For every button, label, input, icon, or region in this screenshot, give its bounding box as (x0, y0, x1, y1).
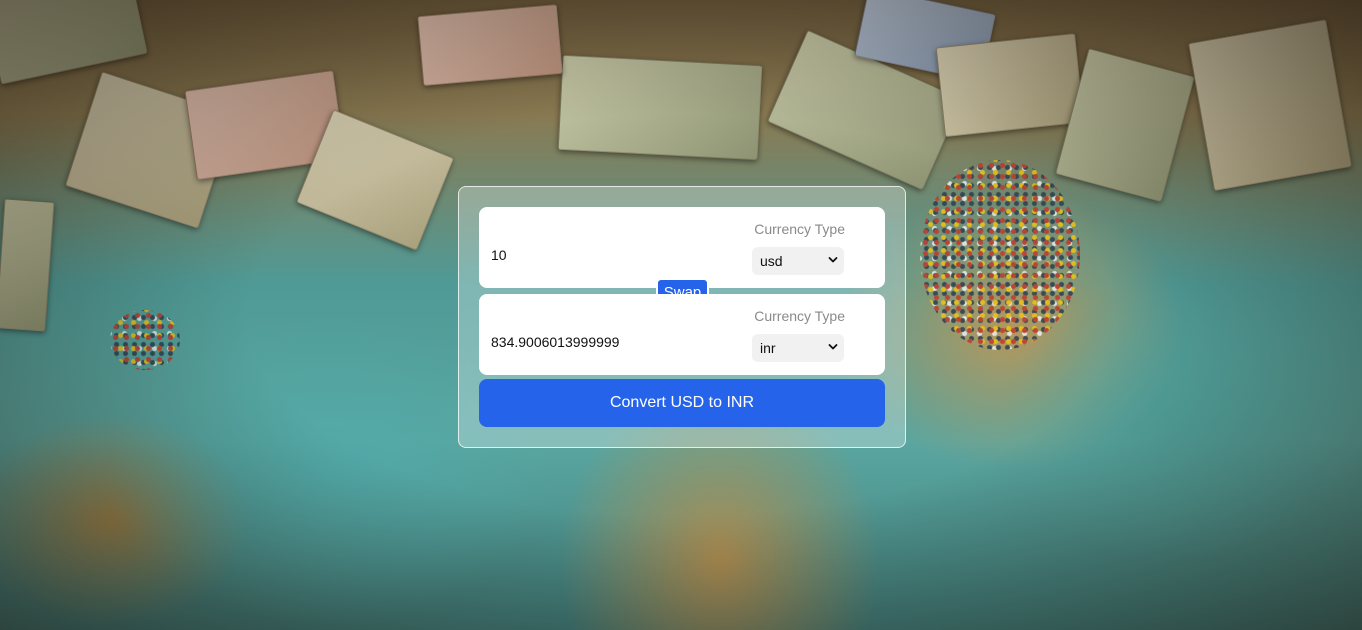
converter-card: Currency Type usd Swap Currency Type inr… (458, 186, 906, 448)
to-field-box: Currency Type inr (479, 294, 885, 375)
to-amount-input[interactable] (491, 330, 741, 354)
from-currency-select[interactable]: usd (752, 247, 844, 275)
from-currency-label: Currency Type (754, 221, 845, 237)
from-amount-input[interactable] (491, 243, 741, 267)
from-currency-value: usd (760, 253, 783, 269)
chevron-down-icon (828, 344, 838, 350)
to-currency-select[interactable]: inr (752, 334, 844, 362)
from-field-box: Currency Type usd (479, 207, 885, 288)
convert-button[interactable]: Convert USD to INR (479, 379, 885, 427)
chevron-down-icon (828, 257, 838, 263)
to-currency-value: inr (760, 340, 776, 356)
to-currency-label: Currency Type (754, 308, 845, 324)
